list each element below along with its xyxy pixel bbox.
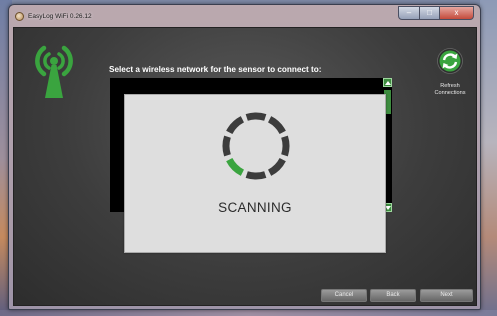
wifi-antenna-icon: [35, 45, 73, 98]
easylog-app-icon: [15, 11, 24, 21]
minimize-button[interactable]: –: [398, 6, 420, 20]
next-button[interactable]: Next: [420, 289, 473, 302]
close-button[interactable]: x: [440, 6, 474, 20]
refresh-arrows-icon[interactable]: [437, 48, 463, 74]
spinner-segment: [222, 135, 231, 157]
window-title: EasyLog WiFi 0.26.12: [28, 12, 92, 20]
desktop-background-right: [480, 0, 497, 316]
title-bar[interactable]: EasyLog WiFi 0.26.12 – □ x: [9, 5, 480, 27]
scanning-status-text: SCANNING: [218, 200, 292, 215]
refresh-connections-label[interactable]: Refresh Connections: [427, 83, 473, 96]
loading-spinner-icon: [222, 112, 290, 180]
spinner-segment-active: [226, 157, 245, 176]
desktop-background-bottom: [0, 310, 497, 316]
spinner-segment: [281, 135, 290, 157]
spinner-segment: [267, 157, 286, 176]
app-window: EasyLog WiFi 0.26.12 – □ x Select a wire…: [8, 4, 481, 310]
spinner-segment: [226, 116, 245, 135]
spinner-segment: [267, 116, 286, 135]
spinner-segment: [245, 171, 267, 180]
refresh-label-line2: Connections: [434, 89, 466, 96]
client-area: Select a wireless network for the sensor…: [13, 27, 477, 306]
network-select-instruction: Select a wireless network for the sensor…: [109, 65, 322, 74]
back-button[interactable]: Back: [370, 289, 416, 302]
cancel-button[interactable]: Cancel: [321, 289, 367, 302]
scroll-up-arrow-icon[interactable]: [383, 78, 392, 87]
spinner-segment: [245, 112, 267, 121]
refresh-connections-button[interactable]: Refresh Connections: [427, 48, 473, 96]
scanning-dialog: SCANNING: [124, 94, 386, 253]
maximize-button[interactable]: □: [420, 6, 440, 20]
window-controls: – □ x: [398, 6, 474, 20]
